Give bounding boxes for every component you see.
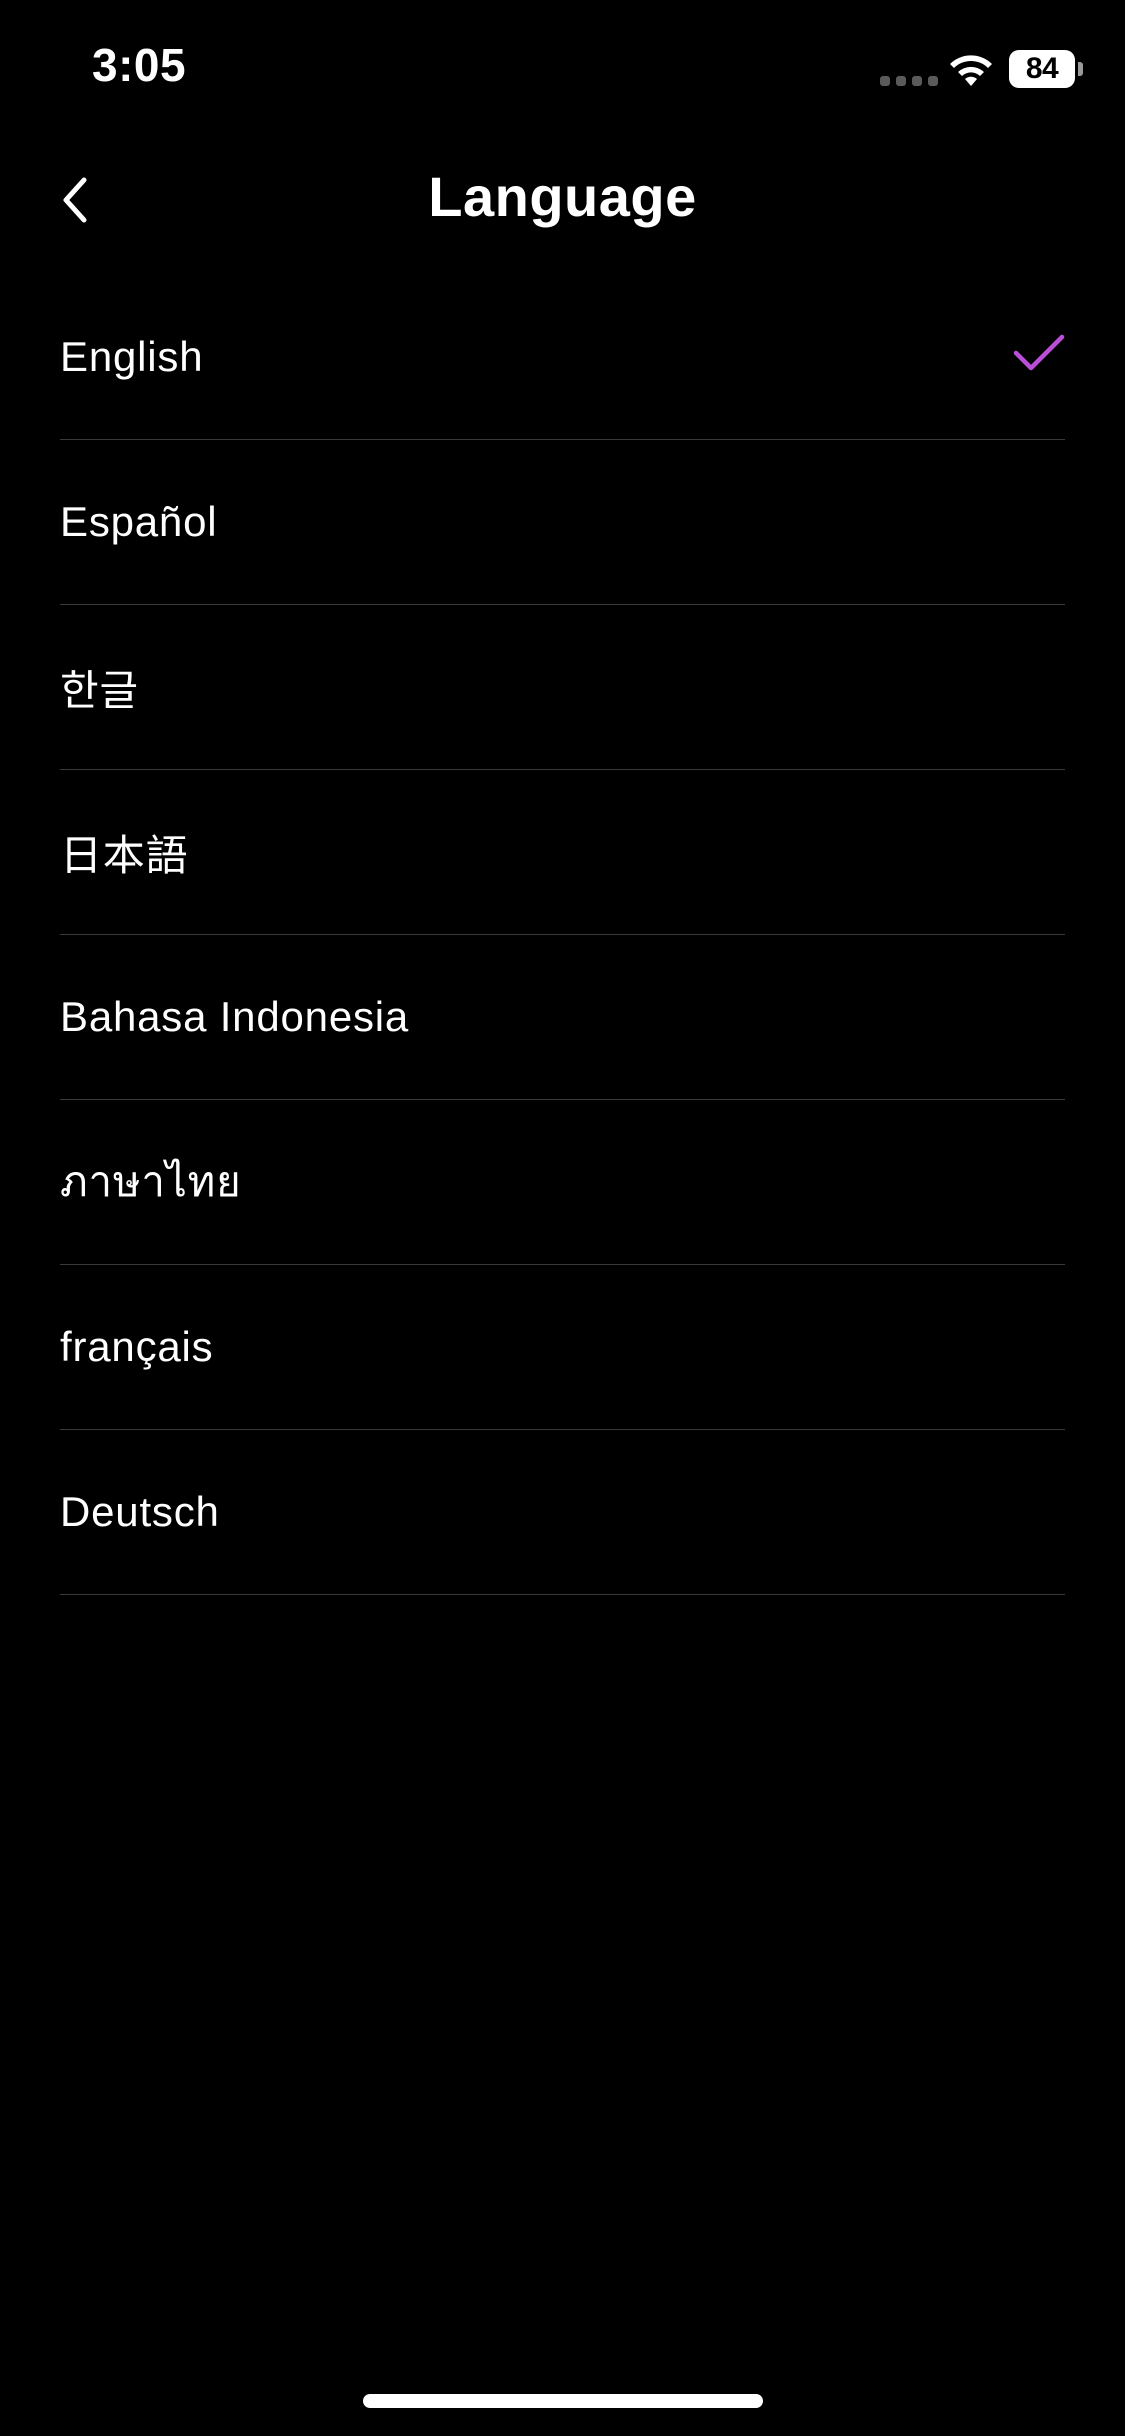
language-label: Español [60,498,218,545]
checkmark-icon [1013,334,1065,371]
language-item-spanish[interactable]: Español [60,440,1065,605]
battery-cap [1078,62,1083,76]
home-indicator [363,2394,763,2408]
language-item-thai[interactable]: ภาษาไทย [60,1100,1065,1265]
status-time: 3:05 [92,39,187,91]
language-item-english[interactable]: English [60,275,1065,440]
language-item-french[interactable]: français [60,1265,1065,1430]
language-label: français [60,1323,214,1370]
language-list: English Español 한글 日本語 Bahasa Indonesia … [60,275,1065,1595]
language-item-german[interactable]: Deutsch [60,1430,1065,1595]
cellular-signal-icon [880,76,938,86]
language-label: 日本語 [60,831,189,879]
language-label: Deutsch [60,1488,220,1535]
language-label: ภาษาไทย [60,1158,242,1205]
language-item-indonesian[interactable]: Bahasa Indonesia [60,935,1065,1100]
nav-header: Language [0,150,1125,250]
language-label: Bahasa Indonesia [60,993,410,1040]
language-item-japanese[interactable]: 日本語 [60,770,1065,935]
language-label: English [60,333,204,380]
status-bar: 3:05 84 [0,0,1125,140]
wifi-icon [950,55,992,86]
page-title: Language [428,165,697,228]
language-label: 한글 [60,666,139,714]
battery-indicator: 84 [1009,50,1075,88]
language-item-korean[interactable]: 한글 [60,605,1065,770]
